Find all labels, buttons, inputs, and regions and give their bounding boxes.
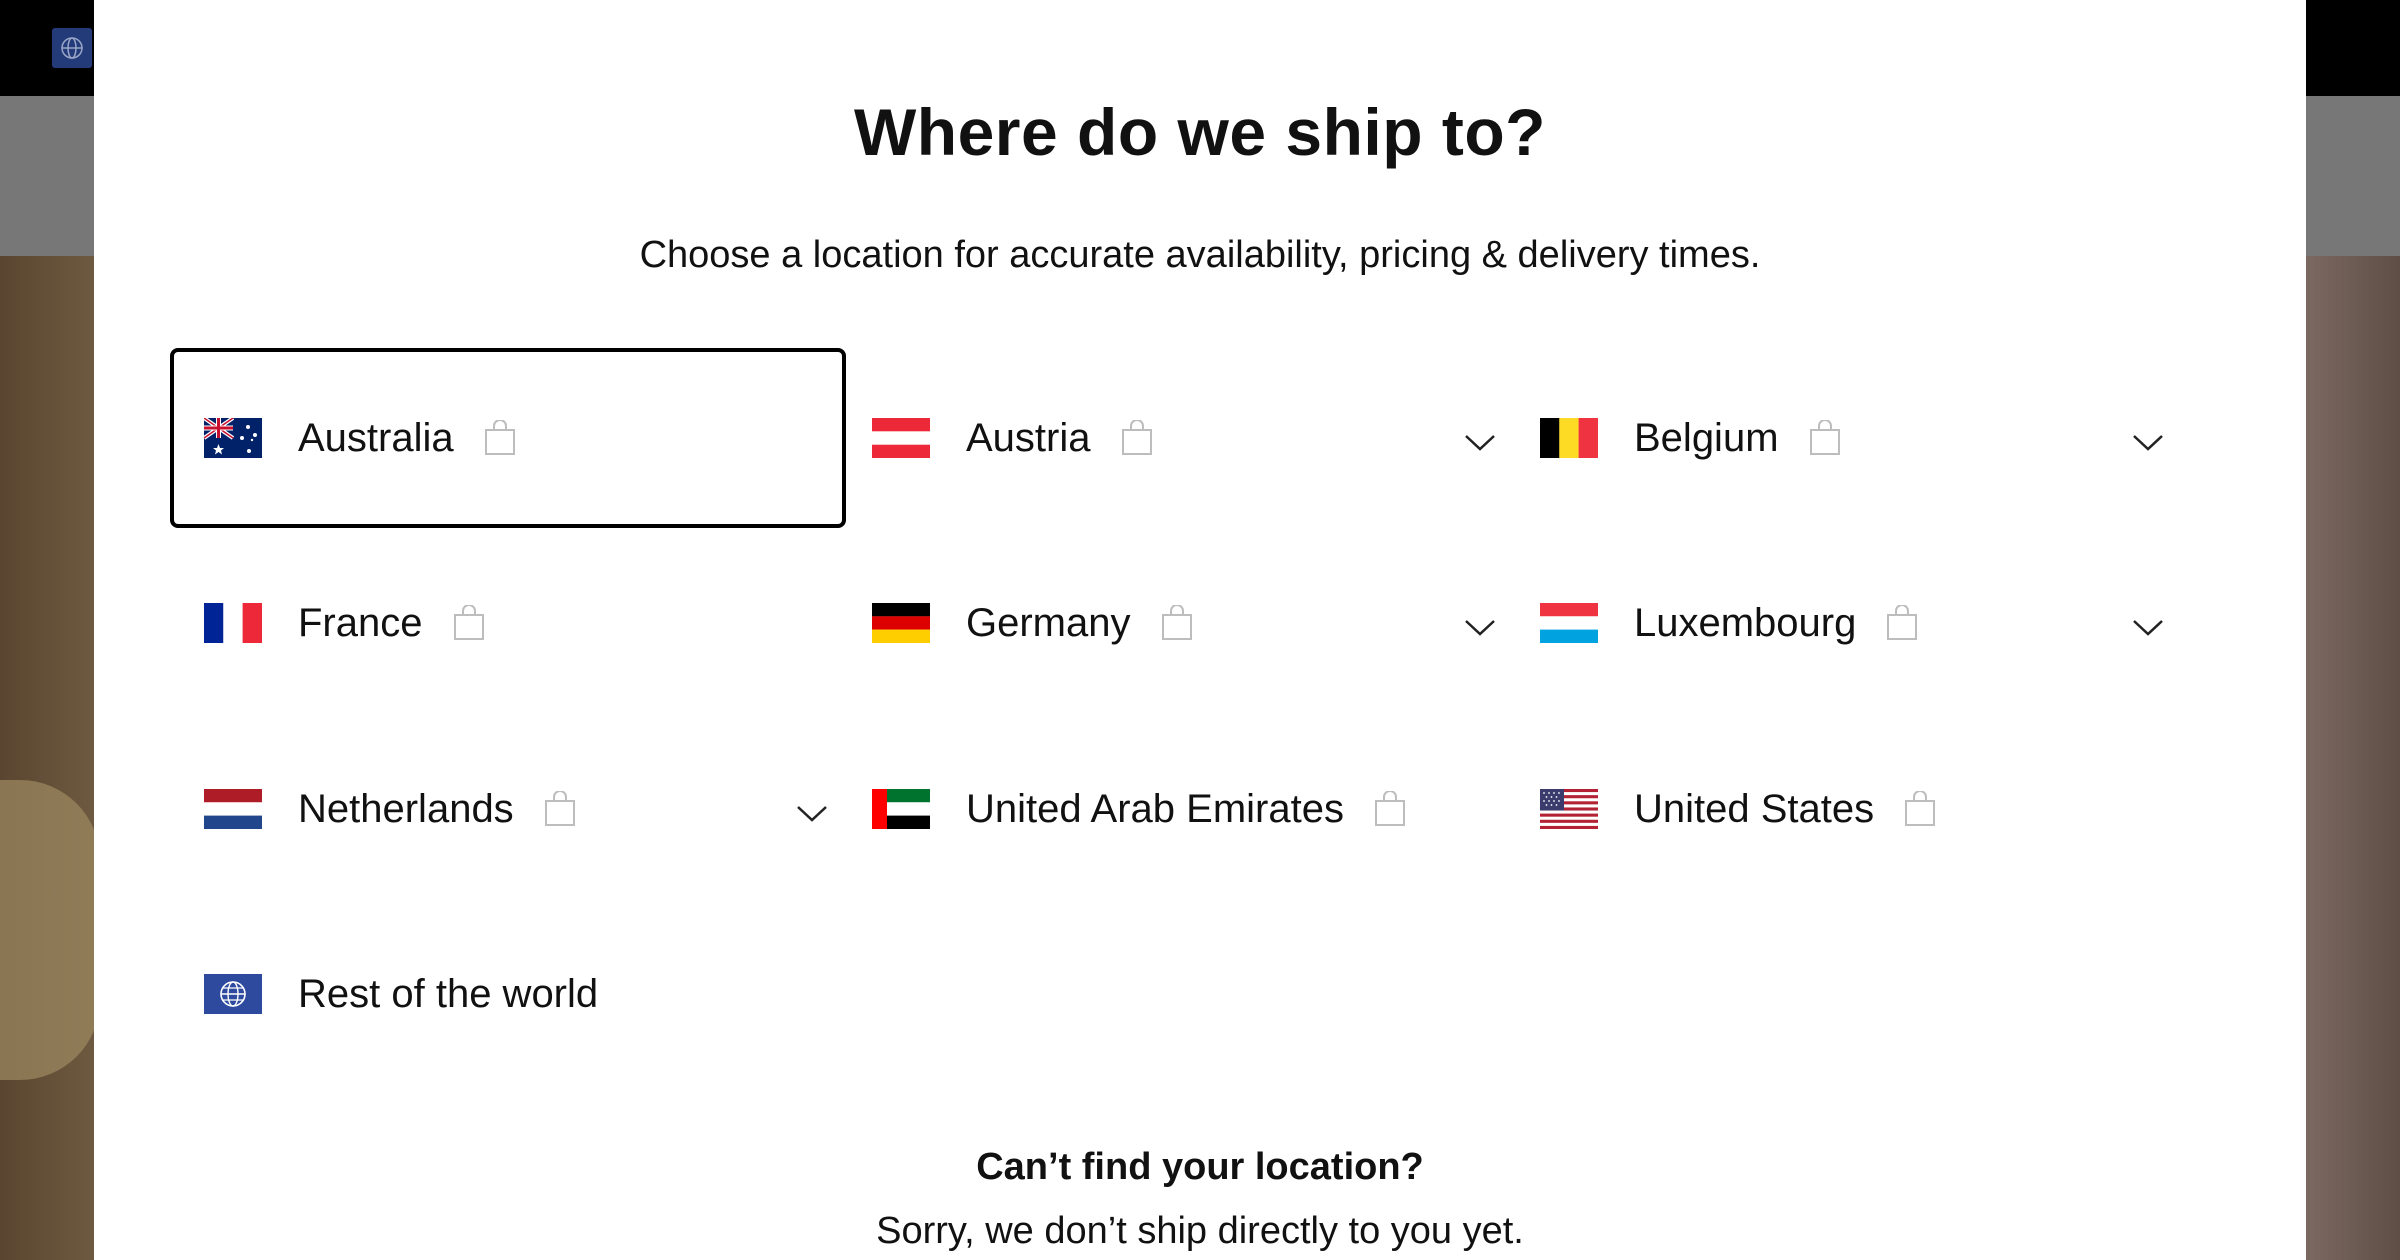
- location-option-netherlands[interactable]: Netherlands: [170, 719, 846, 899]
- location-name: France: [298, 601, 423, 645]
- location-option-luxembourg[interactable]: Luxembourg: [1506, 533, 2182, 713]
- australia-flag-icon: [204, 418, 262, 458]
- location-name: United States: [1634, 787, 1875, 831]
- chevron-down-icon[interactable]: [2128, 422, 2168, 462]
- chevron-down-icon[interactable]: [1460, 422, 1500, 462]
- location-name: Luxembourg: [1634, 601, 1857, 645]
- background-globe-icon: [52, 28, 92, 68]
- belgium-flag-icon: [1540, 418, 1598, 458]
- luxembourg-flag-icon: [1540, 603, 1598, 643]
- modal-title: Where do we ship to?: [853, 95, 1546, 169]
- shopping-bag-icon: [1809, 420, 1840, 455]
- usa-flag-icon: [1540, 789, 1598, 829]
- location-option-austria[interactable]: Austria: [838, 348, 1514, 528]
- location-name: Austria: [966, 416, 1091, 460]
- cant-find-location-text: Sorry, we don’t ship directly to you yet…: [876, 1210, 1524, 1252]
- shopping-bag-icon: [484, 420, 515, 455]
- globe-flag-icon: [204, 974, 262, 1014]
- shopping-bag-icon: [453, 605, 484, 640]
- shopping-bag-icon: [1161, 605, 1192, 640]
- modal-subtitle: Choose a location for accurate availabil…: [639, 234, 1761, 276]
- austria-flag-icon: [872, 418, 930, 458]
- shipping-location-modal: Where do we ship to? Choose a location f…: [94, 0, 2306, 1260]
- location-option-australia[interactable]: Australia: [170, 348, 846, 528]
- chevron-down-icon[interactable]: [2128, 607, 2168, 647]
- shopping-bag-icon: [1887, 605, 1918, 640]
- location-name: Netherlands: [298, 787, 514, 831]
- uae-flag-icon: [872, 789, 930, 829]
- location-name: Germany: [966, 601, 1131, 645]
- location-name: Rest of the world: [298, 972, 599, 1016]
- netherlands-flag-icon: [204, 789, 262, 829]
- shopping-bag-icon: [1905, 791, 1936, 826]
- shopping-bag-icon: [1121, 420, 1152, 455]
- chevron-down-icon[interactable]: [1460, 607, 1500, 647]
- background-decoration: [0, 780, 100, 1080]
- location-name: Belgium: [1634, 416, 1779, 460]
- france-flag-icon: [204, 603, 262, 643]
- location-option-germany[interactable]: Germany: [838, 533, 1514, 713]
- location-option-rest-of-the-world[interactable]: Rest of the world: [170, 904, 846, 1084]
- chevron-down-icon[interactable]: [792, 793, 832, 833]
- location-option-france[interactable]: France: [170, 533, 846, 713]
- shopping-bag-icon: [544, 791, 575, 826]
- location-option-united-arab-emirates[interactable]: United Arab Emirates: [838, 719, 1514, 899]
- location-name: United Arab Emirates: [966, 787, 1344, 831]
- location-option-united-states[interactable]: United States: [1506, 719, 2182, 899]
- shopping-bag-icon: [1374, 791, 1405, 826]
- location-option-belgium[interactable]: Belgium: [1506, 348, 2182, 528]
- germany-flag-icon: [872, 603, 930, 643]
- cant-find-location-heading: Can’t find your location?: [976, 1146, 1424, 1188]
- location-name: Australia: [298, 416, 454, 460]
